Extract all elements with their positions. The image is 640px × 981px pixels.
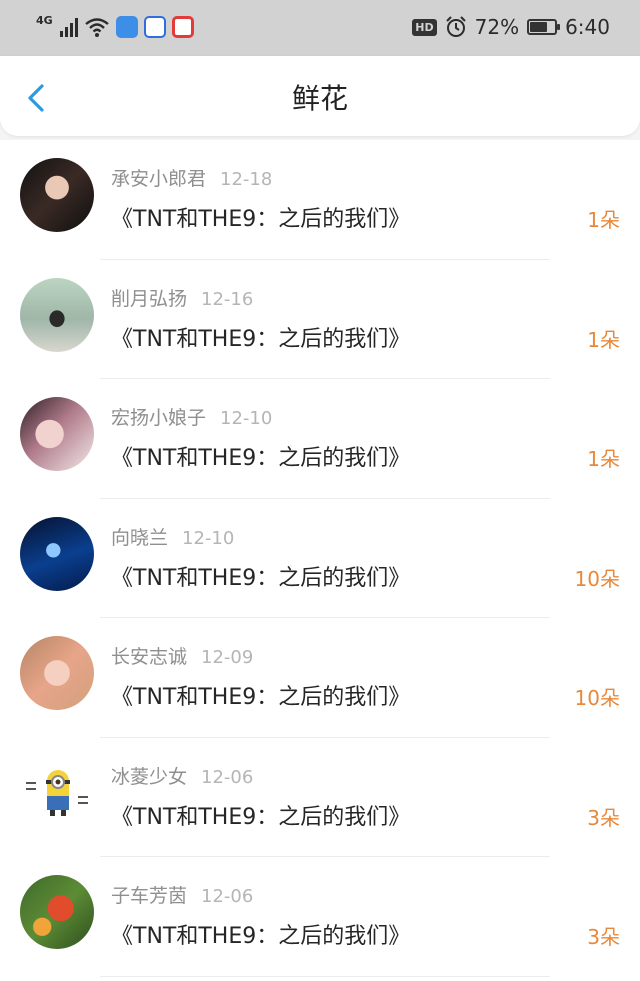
status-bar: 4G HD 72% 6:40 bbox=[0, 0, 640, 56]
signal-icon bbox=[59, 17, 78, 37]
username[interactable]: 承安小郎君 bbox=[111, 168, 206, 190]
flower-count: 3朵 bbox=[587, 925, 620, 949]
hd-icon: HD bbox=[412, 18, 437, 36]
app-icon-red bbox=[171, 16, 194, 38]
list-item[interactable]: 宏扬小娘子 12-10 《TNT和THE9：之后的我们》 1朵 bbox=[0, 379, 640, 499]
app-icon-blue bbox=[115, 16, 138, 38]
page-header: 鲜花 bbox=[0, 56, 640, 136]
flower-count: 1朵 bbox=[587, 327, 620, 352]
status-right: HD 72% 6:40 bbox=[412, 12, 610, 42]
flower-count: 3朵 bbox=[587, 805, 620, 830]
book-title[interactable]: 《TNT和THE9：之后的我们》 bbox=[111, 560, 410, 592]
username[interactable]: 削月弘扬 bbox=[111, 288, 187, 310]
book-title[interactable]: 《TNT和THE9：之后的我们》 bbox=[111, 679, 410, 711]
item-meta: 长安志诚 12-09 bbox=[111, 642, 253, 669]
divider bbox=[100, 975, 550, 977]
page-title: 鲜花 bbox=[291, 82, 348, 115]
avatar[interactable] bbox=[20, 516, 94, 591]
book-title[interactable]: 《TNT和THE9：之后的我们》 bbox=[111, 440, 410, 472]
flower-count: 1朵 bbox=[587, 447, 620, 471]
username[interactable]: 冰菱少女 bbox=[111, 766, 187, 788]
gift-date: 12-18 bbox=[220, 169, 273, 190]
item-meta: 子车芳茵 12-06 bbox=[111, 881, 253, 908]
book-title[interactable]: 《TNT和THE9：之后的我们》 bbox=[111, 321, 410, 353]
gift-date: 12-06 bbox=[201, 766, 254, 788]
wifi-icon bbox=[84, 18, 109, 37]
battery-percent: 72% bbox=[474, 15, 520, 39]
item-meta: 向晓兰 12-10 bbox=[111, 523, 234, 550]
minion-avatar-icon bbox=[26, 769, 88, 816]
alarm-icon bbox=[445, 16, 466, 37]
item-meta: 削月弘扬 12-16 bbox=[111, 284, 253, 311]
item-meta: 冰菱少女 12-06 bbox=[111, 762, 253, 789]
clock: 6:40 bbox=[565, 15, 610, 39]
status-left: 4G bbox=[36, 12, 194, 42]
username[interactable]: 宏扬小娘子 bbox=[111, 407, 206, 429]
list-item[interactable]: 削月弘扬 12-16 《TNT和THE9：之后的我们》 1朵 bbox=[0, 260, 640, 379]
list-item[interactable]: 承安小郎君 12-18 《TNT和THE9：之后的我们》 1朵 bbox=[0, 140, 640, 260]
gift-date: 12-09 bbox=[201, 647, 254, 668]
avatar[interactable] bbox=[20, 875, 94, 949]
gift-date: 12-10 bbox=[182, 527, 235, 549]
avatar[interactable] bbox=[20, 636, 94, 710]
book-title[interactable]: 《TNT和THE9：之后的我们》 bbox=[111, 799, 410, 831]
avatar[interactable] bbox=[20, 277, 94, 352]
battery-icon bbox=[527, 19, 561, 35]
list-item[interactable]: 子车芳茵 12-06 《TNT和THE9：之后的我们》 3朵 bbox=[0, 857, 640, 977]
username[interactable]: 子车芳茵 bbox=[111, 885, 187, 907]
avatar[interactable] bbox=[20, 397, 94, 471]
item-meta: 承安小郎君 12-18 bbox=[111, 164, 272, 191]
list-item[interactable]: 长安志诚 12-09 《TNT和THE9：之后的我们》 10朵 bbox=[0, 618, 640, 738]
list-item[interactable]: 冰菱少女 12-06 《TNT和THE9：之后的我们》 3朵 bbox=[0, 738, 640, 857]
baidu-icon bbox=[143, 16, 166, 38]
book-title[interactable]: 《TNT和THE9：之后的我们》 bbox=[111, 918, 410, 950]
list-item[interactable]: 向晓兰 12-10 《TNT和THE9：之后的我们》 10朵 bbox=[0, 499, 640, 618]
flower-count: 10朵 bbox=[574, 566, 620, 591]
username[interactable]: 长安志诚 bbox=[111, 646, 187, 668]
gift-date: 12-16 bbox=[201, 288, 254, 310]
gift-date: 12-10 bbox=[220, 408, 273, 429]
avatar[interactable] bbox=[20, 158, 94, 232]
book-title[interactable]: 《TNT和THE9：之后的我们》 bbox=[111, 201, 410, 233]
avatar[interactable] bbox=[20, 755, 94, 830]
gift-date: 12-06 bbox=[201, 886, 254, 907]
username[interactable]: 向晓兰 bbox=[111, 527, 168, 549]
network-type: 4G bbox=[36, 14, 53, 27]
flower-count: 1朵 bbox=[587, 208, 620, 232]
item-meta: 宏扬小娘子 12-10 bbox=[111, 403, 272, 430]
flower-count: 10朵 bbox=[574, 686, 620, 710]
flower-gift-list: 承安小郎君 12-18 《TNT和THE9：之后的我们》 1朵 削月弘扬 12-16… bbox=[0, 140, 640, 981]
